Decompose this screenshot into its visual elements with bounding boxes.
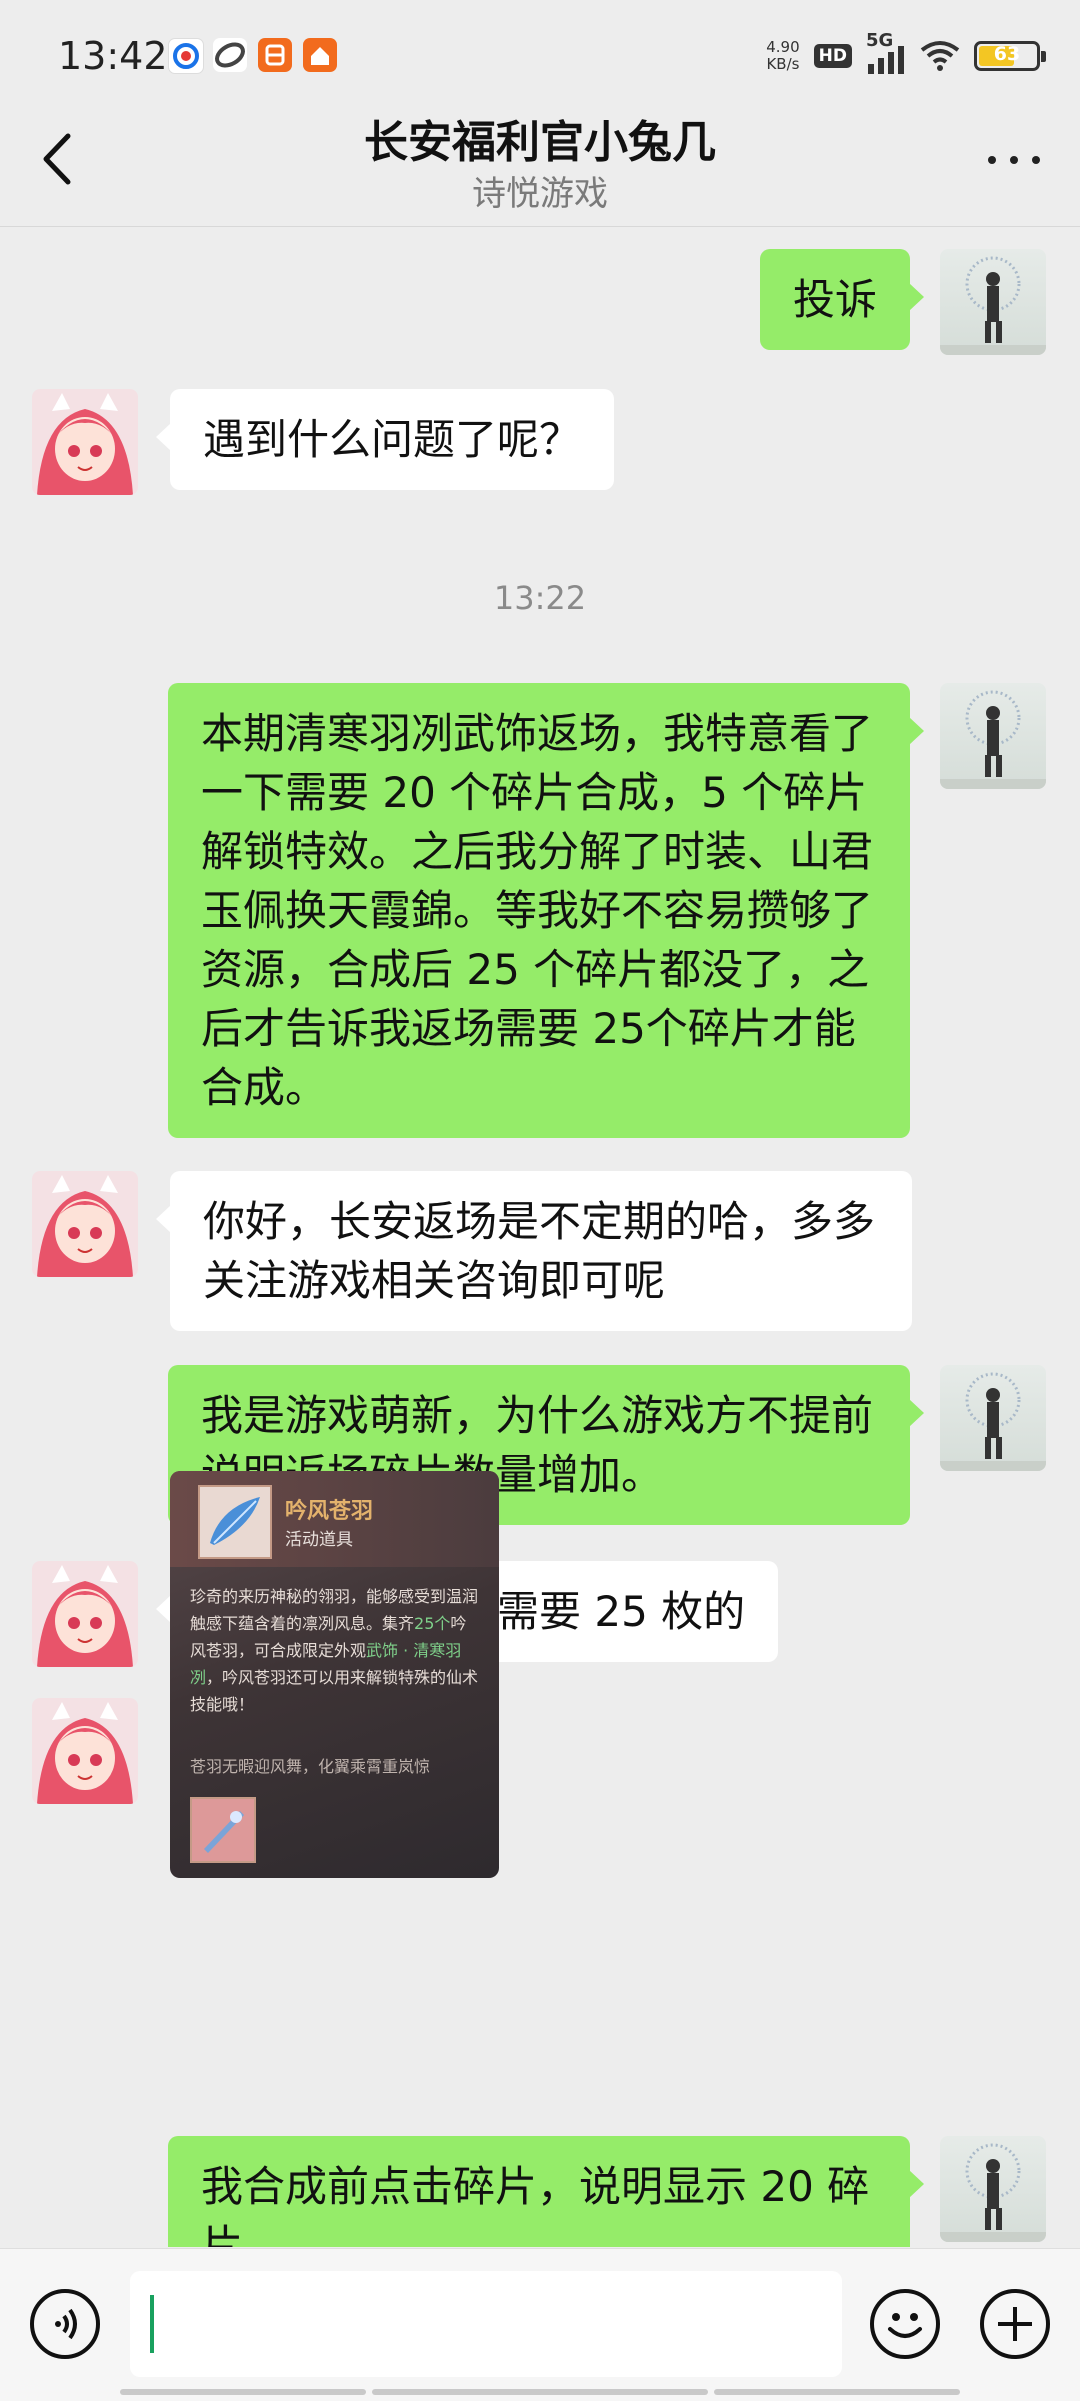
item-name: 吟风苍羽	[285, 1499, 374, 1524]
chat-subtitle: 诗悦游戏	[472, 174, 608, 214]
status-bar: 13:42 4.90 KB/s HD 5G 63	[0, 0, 1080, 110]
text-caret	[150, 2295, 154, 2353]
message-bubble-self[interactable]: 投诉	[759, 249, 925, 350]
notification-app-icon-2	[213, 38, 247, 72]
contact-avatar[interactable]	[32, 1561, 138, 1667]
self-avatar[interactable]	[940, 1365, 1046, 1471]
more-dot	[1010, 156, 1018, 164]
voice-button[interactable]	[30, 2289, 100, 2359]
gesture-bar	[714, 2389, 960, 2395]
chat-title: 长安福利官小兔几	[364, 117, 716, 168]
self-avatar[interactable]	[940, 2136, 1046, 2242]
wifi-icon	[920, 41, 960, 71]
network-speed: 4.90 KB/s	[766, 39, 799, 73]
image-message[interactable]: 吟风苍羽 活动道具 珍奇的来历神秘的翎羽，能够感受到温润触感下蕴含着的凛冽风息。…	[170, 1471, 499, 1878]
message-bubble-contact[interactable]: 你好，长安返场是不定期的哈，多多关注游戏相关咨询即可呢	[156, 1171, 912, 1331]
gesture-bar	[372, 2389, 708, 2395]
network-type-label: 5G	[866, 30, 894, 51]
self-avatar[interactable]	[940, 683, 1046, 789]
message-list[interactable]: 投诉 遇到什么问题了呢？ 13:22 本期清寒羽冽武饰返场，我特意看了一下需要 …	[0, 227, 1080, 2247]
desc-text: ，吟风苍羽还可以用来解锁特殊的仙术技能哦！	[190, 1668, 479, 1714]
more-dot	[1032, 156, 1040, 164]
self-avatar[interactable]	[940, 249, 1046, 355]
more-dots-icon	[988, 156, 996, 164]
message-bubble-self[interactable]: 本期清寒羽冽武饰返场，我特意看了一下需要 20 个碎片合成，5 个碎片解锁特效。…	[168, 683, 924, 1138]
battery-level: 63	[993, 43, 1021, 65]
item-flavor-text: 苍羽无暇迎风舞，化翼乘霄重岚惊	[190, 1757, 431, 1776]
message-bubble-self[interactable]: 我合成前点击碎片，说明显示 20 碎片	[168, 2136, 924, 2247]
notification-app-icon-3	[258, 38, 292, 72]
signal-icon: 5G	[866, 30, 906, 76]
plus-icon	[998, 2307, 1032, 2341]
input-bar	[0, 2248, 1080, 2401]
item-type: 活动道具	[285, 1530, 353, 1550]
contact-avatar[interactable]	[32, 389, 138, 495]
emoji-button[interactable]	[870, 2289, 940, 2359]
battery-icon: 63	[974, 41, 1046, 71]
notification-app-icon-1	[168, 38, 204, 74]
feather-icon	[198, 1485, 272, 1559]
contact-avatar[interactable]	[32, 1171, 138, 1277]
notification-app-icon-4	[303, 38, 337, 72]
weapon-icon	[190, 1797, 256, 1863]
status-time: 13:42	[58, 34, 168, 78]
message-timestamp: 13:22	[493, 579, 587, 617]
status-indicators: 4.90 KB/s HD 5G 63	[766, 30, 1046, 76]
battery-tip	[1041, 51, 1046, 62]
item-header: 吟风苍羽 活动道具	[170, 1471, 499, 1567]
voice-icon	[55, 2308, 77, 2340]
net-speed-unit: KB/s	[766, 55, 800, 73]
message-input[interactable]	[130, 2271, 842, 2377]
message-bubble-contact[interactable]: 遇到什么问题了呢？	[155, 389, 615, 490]
hd-badge: HD	[813, 44, 852, 68]
item-description: 珍奇的来历神秘的翎羽，能够感受到温润触感下蕴含着的凛冽风息。集齐25个吟风苍羽，…	[190, 1583, 480, 1718]
contact-avatar[interactable]	[32, 1698, 138, 1804]
more-functions-button[interactable]	[980, 2289, 1050, 2359]
emoji-icon	[888, 2313, 922, 2338]
chat-header: 长安福利官小兔几 诗悦游戏	[0, 100, 1080, 225]
net-speed-value: 4.90	[766, 38, 800, 56]
more-options-button[interactable]	[980, 136, 1050, 180]
gesture-bar	[120, 2389, 366, 2395]
desc-highlight: 25个	[414, 1614, 451, 1633]
